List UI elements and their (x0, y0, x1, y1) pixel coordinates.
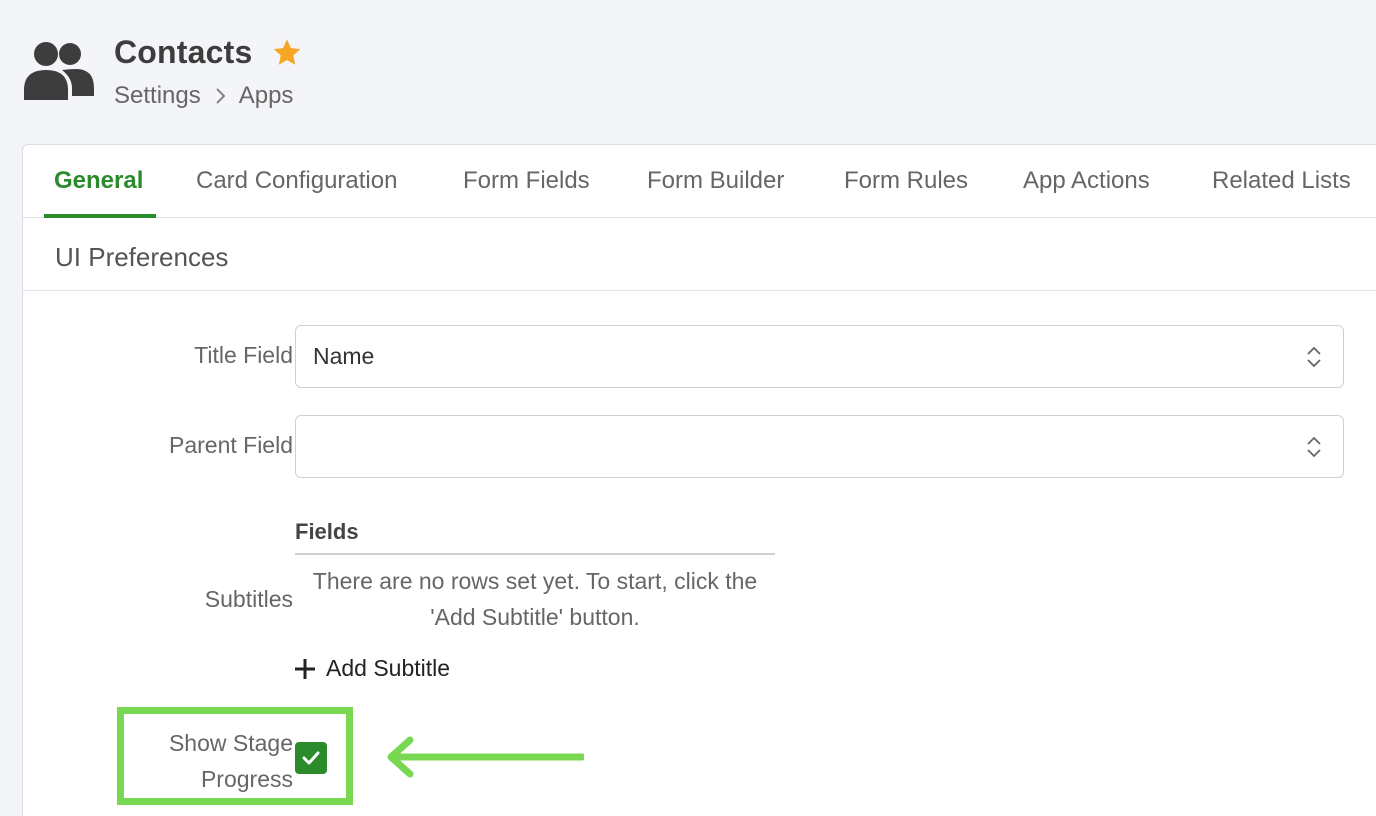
section-divider (23, 290, 1376, 291)
subtitles-empty-message: There are no rows set yet. To start, cli… (312, 568, 758, 630)
tab-card-configuration[interactable]: Card Configuration (196, 167, 397, 195)
title-field-value: Name (313, 343, 375, 369)
subtitles-label: Subtitles (204, 586, 293, 612)
star-icon[interactable] (270, 36, 304, 70)
add-subtitle-label: Add Subtitle (326, 655, 451, 681)
tab-general[interactable]: General (54, 167, 143, 195)
breadcrumb-settings[interactable]: Settings (114, 82, 201, 110)
page-title: Contacts (114, 34, 253, 70)
updown-chevron-icon (1307, 346, 1321, 368)
tab-form-rules[interactable]: Form Rules (844, 167, 968, 195)
tab-form-builder[interactable]: Form Builder (647, 167, 784, 195)
checkmark-icon (302, 751, 320, 765)
parent-field-select[interactable] (295, 415, 1344, 478)
add-subtitle-button[interactable]: Add Subtitle (293, 655, 450, 682)
subtitles-column-header: Fields (295, 519, 359, 544)
subtitles-header-rule (295, 553, 775, 555)
parent-field-label: Parent Field (168, 432, 293, 458)
show-stage-progress-label-line1: Show Stage (168, 730, 293, 756)
chevron-right-icon (216, 88, 225, 104)
breadcrumb-apps[interactable]: Apps (239, 82, 294, 110)
arrow-left-icon (387, 736, 584, 778)
section-title: UI Preferences (55, 242, 229, 272)
tab-form-fields[interactable]: Form Fields (463, 167, 590, 195)
updown-chevron-icon (1307, 436, 1321, 458)
show-stage-progress-label-line2: Progress (200, 766, 293, 792)
tab-bar: General Card Configuration Form Fields F… (23, 145, 1376, 218)
show-stage-progress-label: Show Stage Progress (169, 725, 293, 797)
active-tab-indicator (44, 214, 156, 218)
app-settings-page: Contacts Settings Apps General Card Conf… (0, 0, 1376, 816)
title-field-select[interactable]: Name (295, 325, 1344, 388)
breadcrumb: Settings Apps (114, 82, 293, 110)
plus-icon (295, 658, 315, 679)
tab-app-actions[interactable]: App Actions (1023, 167, 1150, 195)
settings-card: General Card Configuration Form Fields F… (22, 144, 1376, 816)
contacts-people-icon (24, 42, 94, 100)
tab-related-lists[interactable]: Related Lists (1212, 167, 1351, 195)
title-field-label: Title Field (194, 342, 293, 368)
show-stage-progress-checkbox[interactable] (295, 742, 327, 774)
